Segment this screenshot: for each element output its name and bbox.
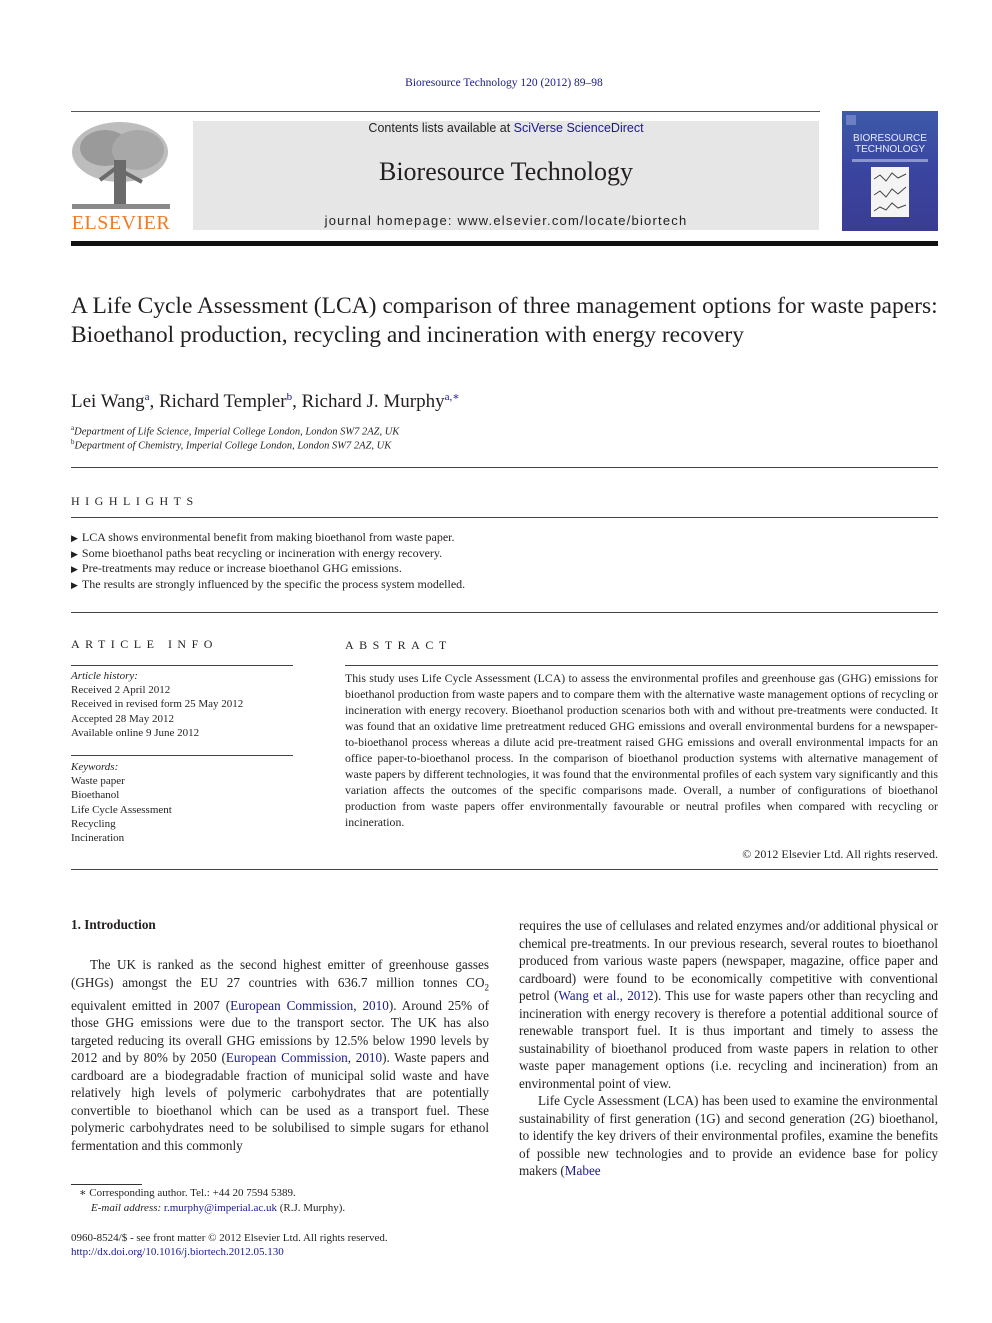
subscript: 2 [484,982,490,993]
cover-chart-icon [873,172,907,212]
divider [345,665,938,666]
divider [71,467,938,468]
section-heading: 1. Introduction [71,917,156,932]
affiliation-text: Department of Life Science, Imperial Col… [74,426,400,438]
keyword: Waste paper [71,775,125,788]
reference-link[interactable]: European Commission, 2010 [230,998,389,1013]
article-title: A Life Cycle Assessment (LCA) comparison… [71,293,938,348]
email-link[interactable]: r.murphy@imperial.ac.uk [164,1202,277,1214]
keyword: Incineration [71,832,125,845]
sciencedirect-link[interactable]: SciVerse ScienceDirect [514,121,644,135]
article-history: Article history: Received 2 April 2012 R… [71,669,243,740]
email-label: E-mail address: [91,1202,164,1214]
body-column-left: The UK is ranked as the second highest e… [71,956,489,1166]
highlight-item: ▶ The results are strongly influenced by … [71,577,465,592]
divider [71,517,938,518]
corresponding-author-note: ∗ Corresponding author. Tel.: +44 20 759… [79,1187,296,1199]
journal-citation[interactable]: Bioresource Technology 120 (2012) 89–98 [0,77,992,89]
keyword: Life Cycle Assessment [71,803,172,816]
keywords: Keywords: Waste paper Bioethanol Life Cy… [71,760,172,845]
doi-link[interactable]: http://dx.doi.org/10.1016/j.biortech.201… [71,1245,284,1260]
cover-title: BIORESOURCE TECHNOLOGY [842,133,938,155]
history-entry: Available online 9 June 2012 [71,726,200,739]
divider [71,665,293,666]
reference-link[interactable]: Wang et al., 2012 [558,988,653,1003]
email-note: E-mail address: r.murphy@imperial.ac.uk … [91,1201,345,1216]
cover-subtitle-bar [852,159,928,162]
divider [71,755,293,756]
article-info-heading: ARTICLE INFO [71,637,218,651]
journal-homepage[interactable]: journal homepage: www.elsevier.com/locat… [193,213,819,228]
body-text: ). Waste papers and cardboard are a biod… [71,1050,489,1153]
history-entry: Received in revised form 25 May 2012 [71,698,244,711]
journal-banner: Contents lists available at SciVerse Sci… [193,121,819,230]
highlight-item: ▶ Pre-treatments may reduce or increase b… [71,561,402,576]
affiliation-text: Department of Chemistry, Imperial Colleg… [74,440,392,452]
body-paragraph: Life Cycle Assessment (LCA) has been use… [519,1092,938,1180]
bullet-triangle-icon: ▶ [71,564,78,574]
elsevier-wordmark: ELSEVIER [71,212,171,234]
highlight-text: LCA shows environmental benefit from mak… [81,530,455,544]
author-affiliation-marker[interactable]: a [145,391,150,403]
keyword: Bioethanol [71,789,120,802]
highlights-heading: HIGHLIGHTS [71,494,199,508]
highlight-text: Some bioethanol paths beat recycling or … [81,546,443,560]
header-divider [71,111,820,112]
header-thick-rule [71,241,938,246]
email-suffix: (R.J. Murphy). [277,1202,346,1214]
author-affiliation-marker[interactable]: b [287,391,293,403]
highlight-item: ▶ LCA shows environmental benefit from ma… [71,530,455,545]
history-entry: Received 2 April 2012 [71,684,171,697]
body-text: The UK is ranked as the second highest e… [71,957,489,990]
abstract-text: This study uses Life Cycle Assessment (L… [345,671,938,829]
history-label: Article history: [71,670,138,682]
cover-title-line: TECHNOLOGY [854,144,925,155]
affiliation: aDepartment of Life Science, Imperial Co… [71,424,399,438]
issn-line: 0960-8524/$ - see front matter © 2012 El… [71,1232,388,1244]
body-text: ). This use for waste papers other than … [519,988,938,1091]
cover-logo-icon [846,115,856,125]
author-list: Lei Wanga, Richard Templerb, Richard J. … [71,391,460,412]
author-name[interactable]: Lei Wang [71,391,145,412]
highlight-text: Pre-treatments may reduce or increase bi… [81,561,402,575]
contents-line: Contents lists available at SciVerse Sci… [193,121,819,135]
divider [71,869,938,870]
footnote-rule [71,1184,142,1185]
reference-link[interactable]: Mabee [565,1163,601,1178]
abstract-heading: ABSTRACT [345,638,452,652]
author-affiliation-marker[interactable]: a,∗ [445,391,460,403]
keyword: Recycling [71,817,116,830]
bullet-triangle-icon: ▶ [71,580,78,590]
affiliation: bDepartment of Chemistry, Imperial Colle… [71,438,391,452]
bullet-triangle-icon: ▶ [71,549,78,559]
highlight-text: The results are strongly influenced by t… [81,577,466,591]
elsevier-tree-icon [72,122,170,209]
keywords-label: Keywords: [71,761,119,773]
author-name[interactable]: Richard Templer [159,391,287,412]
journal-title: Bioresource Technology [378,157,634,186]
body-text: equivalent emitted in 2007 ( [71,997,231,1013]
divider [71,612,938,613]
history-entry: Accepted 28 May 2012 [71,712,174,725]
author-name[interactable]: Richard J. Murphy [302,391,445,412]
bullet-triangle-icon: ▶ [71,533,78,543]
reference-link[interactable]: European Commission, 2010 [226,1050,382,1065]
contents-prefix: Contents lists available at [368,121,514,135]
cover-title-line: BIORESOURCE [853,133,927,144]
journal-cover-image[interactable]: BIORESOURCE TECHNOLOGY [842,111,938,231]
body-column-right: requires the use of cellulases and relat… [519,917,938,1217]
elsevier-logo[interactable]: ELSEVIER [70,120,172,234]
highlight-item: ▶ Some bioethanol paths beat recycling or… [71,546,442,561]
cover-figure [871,167,909,217]
abstract-copyright: © 2012 Elsevier Ltd. All rights reserved… [742,847,938,861]
